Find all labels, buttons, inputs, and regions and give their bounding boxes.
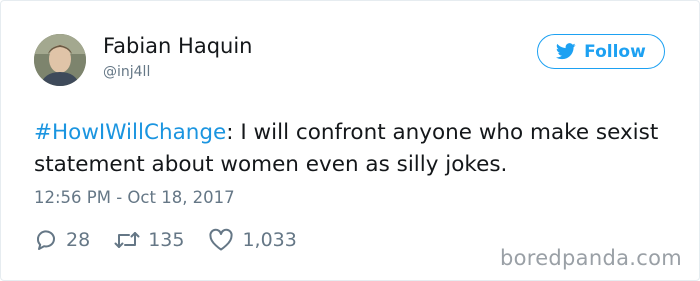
twitter-bird-icon — [556, 43, 576, 60]
tweet-text: #HowIWillChange: I will confront anyone … — [34, 117, 674, 181]
follow-button[interactable]: Follow — [537, 34, 665, 69]
watermark: boredpanda.com — [499, 246, 682, 270]
retweet-icon — [114, 229, 140, 251]
retweet-count: 135 — [148, 229, 185, 251]
tweet-actions: 28 135 1,033 — [34, 226, 321, 254]
like-count: 1,033 — [242, 229, 297, 251]
hashtag-link[interactable]: #HowIWillChange — [34, 120, 226, 145]
follow-label: Follow — [584, 41, 646, 62]
author-handle[interactable]: @inj4ll — [103, 64, 150, 80]
tweet-card: Fabian Haquin @inj4ll Follow #HowIWillCh… — [0, 0, 700, 281]
reply-count: 28 — [66, 229, 91, 251]
avatar[interactable] — [34, 34, 86, 86]
reply-action[interactable]: 28 — [34, 228, 90, 252]
author-name[interactable]: Fabian Haquin — [103, 34, 252, 58]
heart-icon — [208, 228, 234, 252]
retweet-action[interactable]: 135 — [114, 229, 184, 251]
reply-icon — [34, 228, 58, 252]
tweet-timestamp[interactable]: 12:56 PM - Oct 18, 2017 — [34, 188, 235, 207]
like-action[interactable]: 1,033 — [208, 228, 297, 252]
